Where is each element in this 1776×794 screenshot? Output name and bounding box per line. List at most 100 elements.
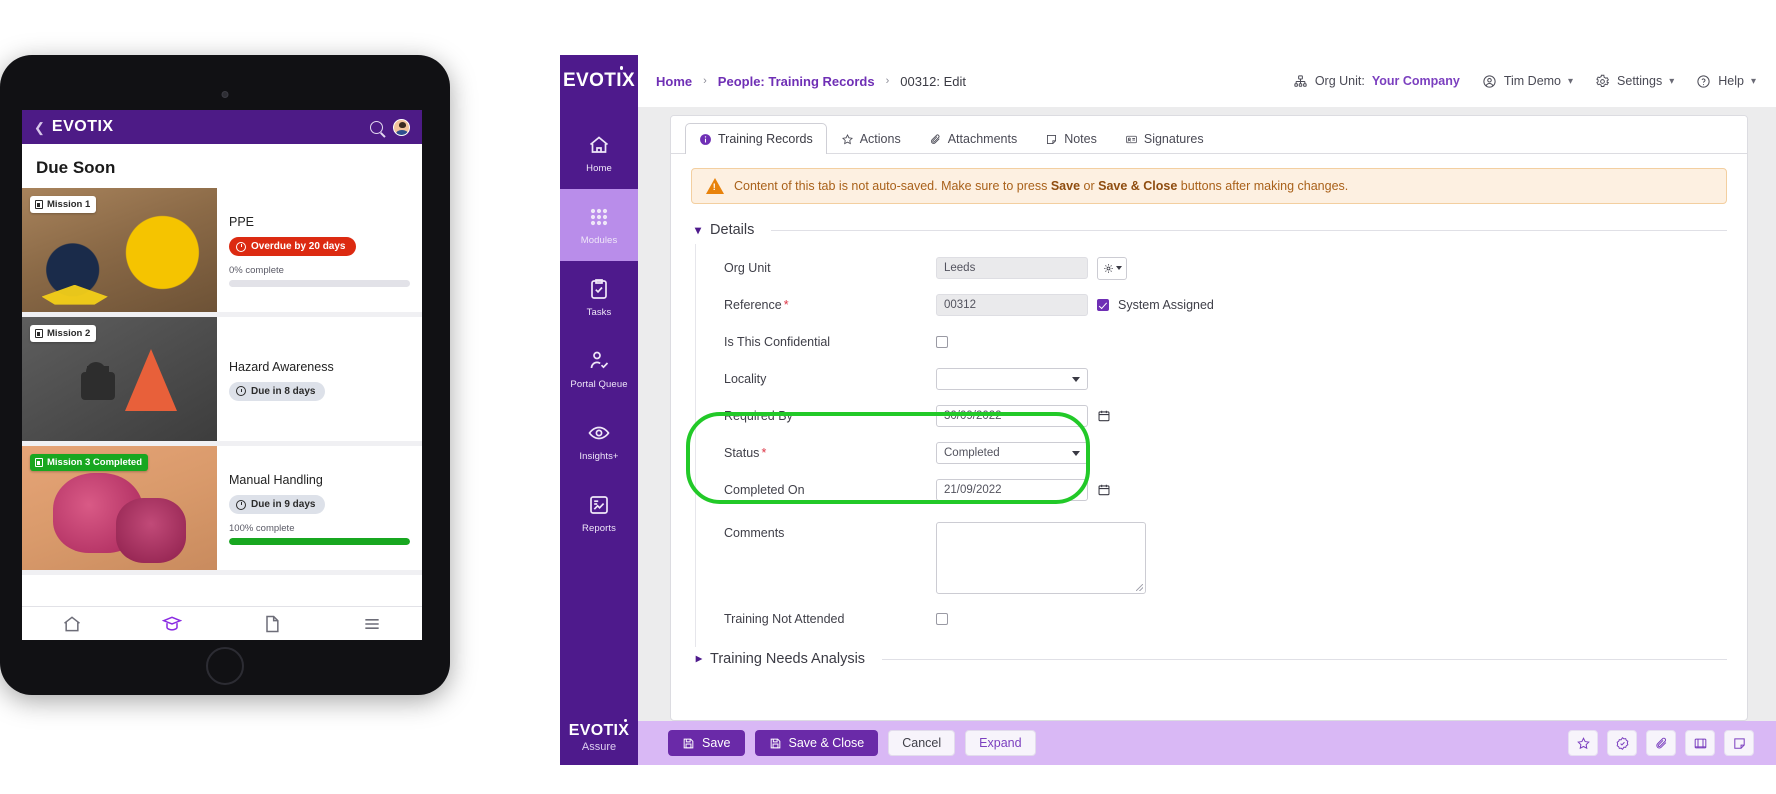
sidebar-items: Home Modules Tasks Portal Queue Insights… [560,117,638,549]
breadcrumb-separator: › [703,75,707,87]
eye-icon [588,426,610,439]
alert-text-before: Content of this tab is not auto-saved. M… [734,179,1051,193]
home-icon [589,135,609,153]
avatar[interactable] [393,118,410,136]
warning-triangle-icon [706,178,724,194]
status-badge: Overdue by 20 days [229,237,356,256]
mission-title: PPE [229,215,255,229]
home-icon[interactable] [62,615,82,633]
status-select[interactable]: Completed [936,442,1088,464]
paperclip-icon [930,134,940,144]
floppy-disk-icon [683,738,694,748]
breadcrumb-training-records[interactable]: People: Training Records [718,74,875,89]
tablet-home-button[interactable] [206,647,244,685]
library-button[interactable] [1685,730,1715,756]
comments-textarea[interactable] [936,522,1146,594]
tab-signatures[interactable]: Signatures [1111,123,1218,154]
assure-web-app: EVOTIX Home Modules Tasks Portal Queue I… [560,55,1776,765]
field-label: Reference * [724,298,789,312]
system-assigned-checkbox[interactable] [1097,299,1109,311]
sidebar-item-tasks[interactable]: Tasks [560,261,638,333]
badge-check-icon [1616,736,1628,750]
field-row-status: Status * Completed [724,441,1727,465]
completed-on-input[interactable] [936,479,1088,501]
chevron-left-icon[interactable]: ❮ [34,121,45,134]
is-confidential-checkbox[interactable] [936,336,948,348]
tab-notes[interactable]: Notes [1031,123,1111,154]
org-unit-input[interactable] [936,257,1088,279]
question-circle-icon [1697,74,1710,88]
sidebar-item-home[interactable]: Home [560,117,638,189]
user-menu[interactable]: Tim Demo ▾ [1482,74,1573,89]
help-menu[interactable]: Help ▾ [1696,74,1756,89]
notes-button[interactable] [1724,730,1754,756]
section-header-training-needs-analysis[interactable]: ▾ Training Needs Analysis [691,651,1727,667]
save-and-close-button[interactable]: Save & Close [754,730,879,756]
required-asterisk: * [761,446,767,460]
settings-label: Settings [1617,74,1663,88]
alert-bold-save: Save [1050,179,1081,193]
list-item[interactable]: Mission 3 Completed Manual Handling Due … [22,446,422,575]
tab-actions[interactable]: Actions [827,123,915,154]
field-row-training-not-attended: Training Not Attended [724,607,1727,631]
floppy-disk-icon [770,738,780,748]
section-header-details[interactable]: ▾ Details [695,222,1727,238]
settings-menu[interactable]: Settings ▾ [1595,74,1674,89]
user-circle-icon [1483,74,1496,88]
locality-select[interactable] [936,368,1088,390]
list-item[interactable]: Mission 1 PPE Overdue by 20 days 0% comp… [22,188,422,317]
progress-bar [229,280,410,287]
tab-attachments[interactable]: Attachments [915,123,1031,154]
sidebar-item-insights[interactable]: Insights+ [560,405,638,477]
expand-button[interactable]: Expand [965,730,1036,756]
required-by-input[interactable] [936,405,1088,427]
cancel-button[interactable]: Cancel [888,730,956,756]
calendar-icon[interactable] [1097,483,1111,497]
sidebar-item-modules[interactable]: Modules [560,189,638,261]
document-icon[interactable] [262,615,282,633]
reference-input[interactable] [936,294,1088,316]
org-unit-selector[interactable]: Org Unit: Your Company [1293,74,1460,89]
status-badge: Due in 8 days [229,381,326,401]
org-unit-picker-button[interactable] [1097,256,1127,280]
app-topbar: Home › People: Training Records › 00312:… [638,55,1776,107]
tablet-content: Due Soon Mission 1 PPE Overdue by 20 day… [22,144,422,606]
breadcrumb: Home › People: Training Records › 00312:… [656,74,966,89]
status-badge: Due in 9 days [229,495,326,514]
user-check-icon [590,351,609,368]
mission-badge: Mission 2 [30,325,97,342]
training-not-attended-checkbox[interactable] [936,613,948,625]
calendar-icon[interactable] [1097,409,1111,423]
section-title: Details [710,222,755,238]
field-row-required-by: Required By [724,404,1727,428]
save-button[interactable]: Save [668,730,745,756]
tab-training-records[interactable]: Training Records [685,123,827,154]
action-toolbar: Save Save & Close Cancel Expand [638,721,1776,765]
tablet-bottom-nav [22,606,422,640]
record-panel: Training Records Actions Attachments Not… [670,115,1748,721]
mission-info: PPE Overdue by 20 days 0% complete [217,188,422,312]
search-icon[interactable] [370,120,383,134]
chevron-down-icon [1115,266,1122,270]
sidebar-item-reports[interactable]: Reports [560,477,638,549]
lock-icon [86,361,107,382]
due-soon-heading: Due Soon [36,158,116,177]
chevron-right-icon: ▾ [691,655,706,663]
content-area: Training Records Actions Attachments Not… [638,107,1776,721]
mission-info: Hazard Awareness Due in 8 days [217,317,422,441]
details-fields: Org Unit Reference* [695,244,1727,647]
verify-button[interactable] [1607,730,1637,756]
mission-title: Manual Handling [229,473,323,487]
graduation-cap-icon[interactable] [162,615,182,633]
list-item[interactable]: Mission 2 Hazard Awareness Due in 8 days [22,317,422,446]
favourite-button[interactable] [1568,730,1598,756]
clock-icon [236,241,246,252]
mission-thumbnail-manual-handling: Mission 3 Completed [22,446,217,570]
breadcrumb-home[interactable]: Home [656,74,692,89]
menu-icon[interactable] [362,615,382,633]
sidebar-item-portal-queue[interactable]: Portal Queue [560,333,638,405]
divider [771,229,1727,231]
alert-text-mid: or [1080,179,1099,193]
user-name: Tim Demo [1503,74,1562,88]
attachments-button[interactable] [1646,730,1676,756]
